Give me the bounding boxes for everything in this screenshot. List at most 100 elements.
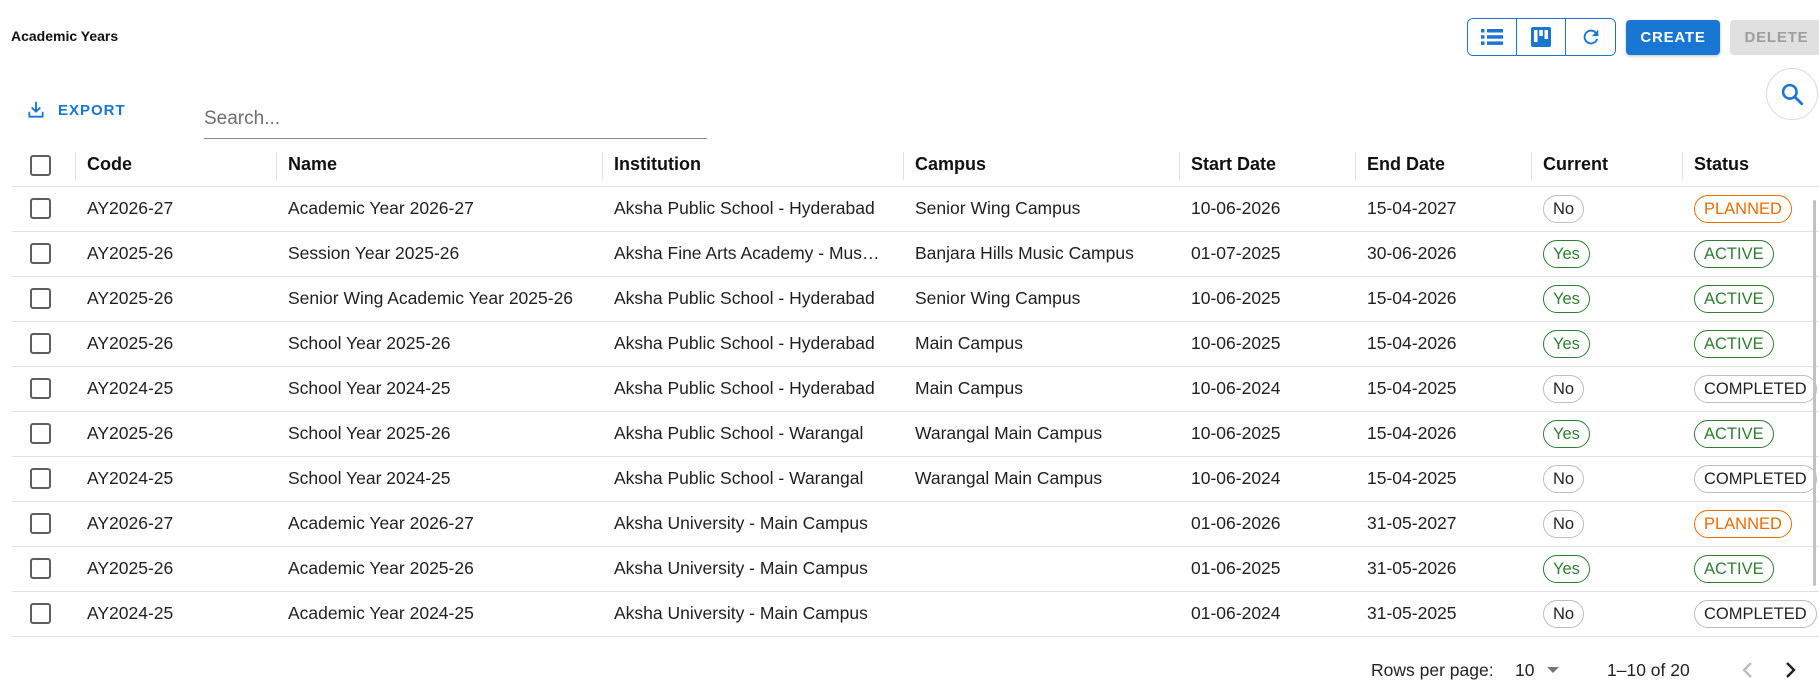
list-view-icon xyxy=(1481,29,1503,45)
cell-code: AY2025-26 xyxy=(75,321,276,367)
cell-status: COMPLETED xyxy=(1682,591,1819,637)
create-button[interactable]: CREATE xyxy=(1626,20,1720,55)
cell-name: Academic Year 2025-26 xyxy=(276,546,602,592)
table-row[interactable]: AY2025-26 Session Year 2025-26 Aksha Fin… xyxy=(12,231,1819,277)
row-checkbox[interactable] xyxy=(30,333,51,355)
current-chip: No xyxy=(1543,374,1585,403)
rows-per-page-select[interactable]: 10 xyxy=(1515,655,1560,685)
current-chip: No xyxy=(1543,464,1585,493)
current-chip: Yes xyxy=(1543,284,1590,313)
export-label: EXPORT xyxy=(58,101,126,119)
table-row[interactable]: AY2024-25 Academic Year 2024-25 Aksha Un… xyxy=(12,591,1819,637)
refresh-button[interactable] xyxy=(1566,19,1615,55)
status-badge: PLANNED xyxy=(1694,509,1792,538)
cell-name: Senior Wing Academic Year 2025-26 xyxy=(276,276,602,322)
cell-name: School Year 2024-25 xyxy=(276,456,602,502)
cell-code: AY2024-25 xyxy=(75,366,276,412)
cell-start-date: 01-07-2025 xyxy=(1179,231,1355,277)
cell-campus xyxy=(903,591,1179,637)
row-checkbox[interactable] xyxy=(30,603,51,625)
table-row[interactable]: AY2024-25 School Year 2024-25 Aksha Publ… xyxy=(12,456,1819,502)
cell-status: PLANNED xyxy=(1682,186,1819,232)
status-badge: COMPLETED xyxy=(1694,599,1817,628)
status-badge: COMPLETED xyxy=(1694,464,1817,493)
column-header-name[interactable]: Name xyxy=(276,144,602,187)
cell-current: Yes xyxy=(1531,231,1682,277)
cell-institution: Aksha Public School - Hyderabad xyxy=(602,186,903,232)
row-checkbox[interactable] xyxy=(30,198,51,220)
table-row[interactable]: AY2026-27 Academic Year 2026-27 Aksha Pu… xyxy=(12,186,1819,232)
cell-institution: Aksha University - Main Campus xyxy=(602,546,903,592)
chevron-right-icon xyxy=(1786,662,1796,678)
cell-code: AY2025-26 xyxy=(75,546,276,592)
previous-page-button[interactable] xyxy=(1730,653,1764,687)
column-header-end-date[interactable]: End Date xyxy=(1355,144,1531,187)
row-select-cell xyxy=(12,276,75,322)
search-button[interactable] xyxy=(1766,68,1818,120)
row-checkbox[interactable] xyxy=(30,468,51,490)
row-checkbox[interactable] xyxy=(30,423,51,445)
delete-button[interactable]: DELETE xyxy=(1730,20,1819,55)
row-checkbox[interactable] xyxy=(30,558,51,580)
table-scrollbar[interactable] xyxy=(1813,200,1816,586)
rows-per-page-label: Rows per page: xyxy=(1371,659,1494,680)
row-checkbox[interactable] xyxy=(30,378,51,400)
cell-institution: Aksha Public School - Hyderabad xyxy=(602,321,903,367)
row-checkbox[interactable] xyxy=(30,243,51,265)
search-icon xyxy=(1781,83,1804,106)
column-header-status[interactable]: Status xyxy=(1682,144,1819,187)
table-row[interactable]: AY2025-26 Academic Year 2025-26 Aksha Un… xyxy=(12,546,1819,592)
current-chip: No xyxy=(1543,509,1585,538)
row-select-cell xyxy=(12,366,75,412)
row-select-cell xyxy=(12,186,75,232)
row-select-cell xyxy=(12,231,75,277)
table-row[interactable]: AY2025-26 Senior Wing Academic Year 2025… xyxy=(12,276,1819,322)
row-checkbox[interactable] xyxy=(30,513,51,535)
cell-start-date: 10-06-2025 xyxy=(1179,276,1355,322)
status-badge: COMPLETED xyxy=(1694,374,1817,403)
kanban-view-button[interactable] xyxy=(1517,19,1566,55)
cell-end-date: 31-05-2026 xyxy=(1355,546,1531,592)
table-row[interactable]: AY2025-26 School Year 2025-26 Aksha Publ… xyxy=(12,411,1819,457)
cell-name: School Year 2025-26 xyxy=(276,411,602,457)
cell-status: ACTIVE xyxy=(1682,276,1819,322)
search-input[interactable] xyxy=(204,96,707,136)
cell-status: ACTIVE xyxy=(1682,411,1819,457)
column-header-start-date[interactable]: Start Date xyxy=(1179,144,1355,187)
kanban-view-icon xyxy=(1531,27,1551,47)
column-header-current[interactable]: Current xyxy=(1531,144,1682,187)
cell-campus: Senior Wing Campus xyxy=(903,276,1179,322)
row-checkbox[interactable] xyxy=(30,288,51,310)
table-row[interactable]: AY2024-25 School Year 2024-25 Aksha Publ… xyxy=(12,366,1819,412)
export-button[interactable]: EXPORT xyxy=(26,98,126,122)
cell-campus xyxy=(903,546,1179,592)
cell-start-date: 01-06-2025 xyxy=(1179,546,1355,592)
column-header-code[interactable]: Code xyxy=(75,144,276,187)
cell-campus: Main Campus xyxy=(903,321,1179,367)
cell-code: AY2024-25 xyxy=(75,591,276,637)
cell-name: Academic Year 2024-25 xyxy=(276,591,602,637)
search-field xyxy=(204,96,707,139)
select-all-header xyxy=(12,144,75,187)
cell-name: School Year 2025-26 xyxy=(276,321,602,367)
cell-code: AY2025-26 xyxy=(75,276,276,322)
column-header-institution[interactable]: Institution xyxy=(602,144,903,187)
cell-code: AY2025-26 xyxy=(75,231,276,277)
table-row[interactable]: AY2025-26 School Year 2025-26 Aksha Publ… xyxy=(12,321,1819,367)
cell-institution: Aksha University - Main Campus xyxy=(602,501,903,547)
select-all-checkbox[interactable] xyxy=(30,154,51,176)
cell-start-date: 10-06-2025 xyxy=(1179,321,1355,367)
list-view-button[interactable] xyxy=(1468,19,1517,55)
table-row[interactable]: AY2026-27 Academic Year 2026-27 Aksha Un… xyxy=(12,501,1819,547)
cell-end-date: 15-04-2025 xyxy=(1355,456,1531,502)
cell-institution: Aksha Public School - Hyderabad xyxy=(602,276,903,322)
row-select-cell xyxy=(12,456,75,502)
rows-per-page-value: 10 xyxy=(1515,659,1535,680)
cell-current: No xyxy=(1531,501,1682,547)
column-header-campus[interactable]: Campus xyxy=(903,144,1179,187)
cell-campus xyxy=(903,501,1179,547)
next-page-button[interactable] xyxy=(1774,653,1808,687)
row-select-cell xyxy=(12,501,75,547)
cell-start-date: 10-06-2025 xyxy=(1179,411,1355,457)
cell-start-date: 10-06-2024 xyxy=(1179,366,1355,412)
